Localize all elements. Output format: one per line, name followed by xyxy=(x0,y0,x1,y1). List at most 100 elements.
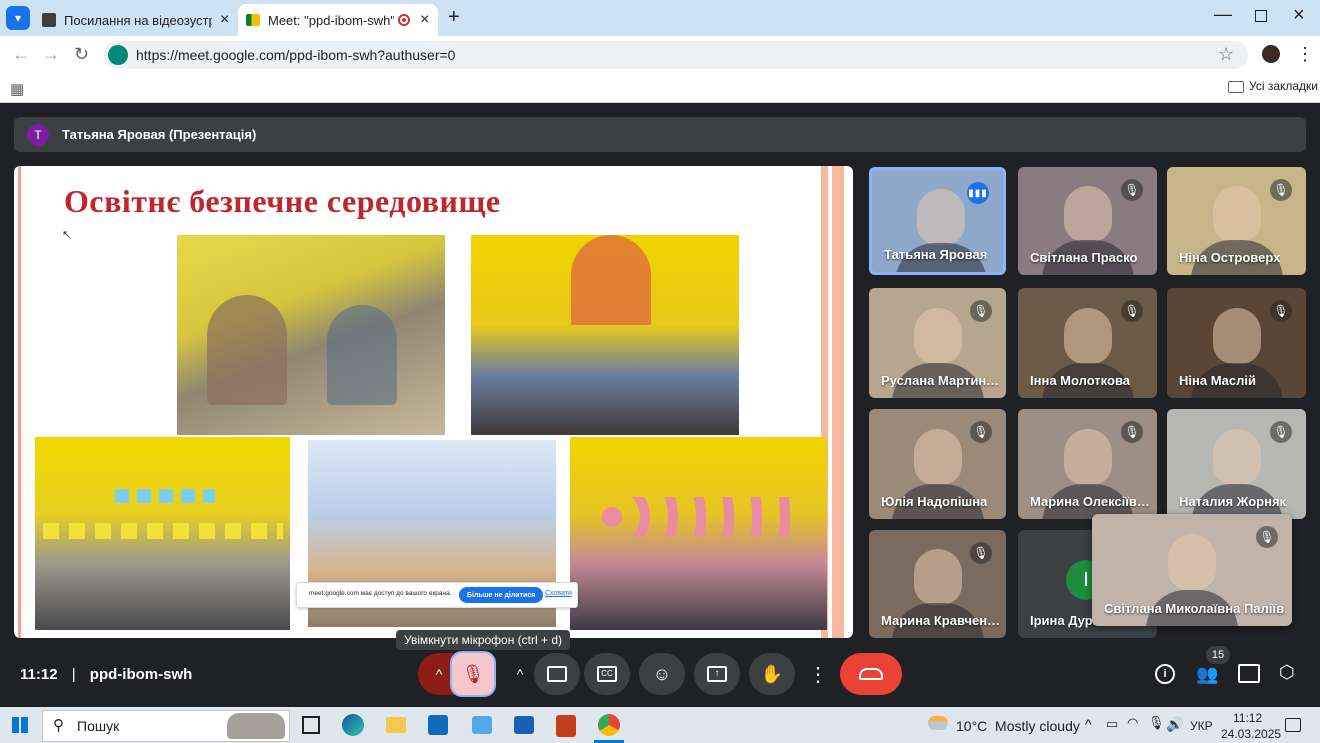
participant-tile[interactable]: 🎙 Світлана Миколаївна Паліїв… xyxy=(1092,514,1292,626)
mic-muted-icon: 🎙 xyxy=(1256,526,1278,548)
participant-tile[interactable]: 🎙 Юлія Надопішна xyxy=(869,409,1006,519)
close-tab-icon[interactable]: × xyxy=(220,11,229,29)
participant-name: Марина Олексіїв… xyxy=(1030,494,1150,509)
taskbar-clock-time[interactable]: 11:12 xyxy=(1233,711,1262,725)
participant-name: Ніна Островерх xyxy=(1179,250,1281,265)
reload-icon[interactable]: ↻ xyxy=(74,44,89,65)
tab-title: Meet: "ppd-ibom-swh" xyxy=(268,12,394,28)
participant-tile[interactable]: 🎙 Марина Олексіїв… xyxy=(1018,409,1157,519)
store-icon[interactable] xyxy=(514,716,534,734)
participant-video-silhouette xyxy=(916,189,965,246)
participant-name: Юлія Надопішна xyxy=(881,494,988,509)
close-window-icon[interactable]: × xyxy=(1293,4,1305,27)
meeting-clock: 11:12 | ppd-ibom-swh xyxy=(20,666,192,683)
hidden-icons-chevron-icon[interactable]: ^ xyxy=(1085,716,1092,732)
wifi-icon[interactable]: ◠ xyxy=(1127,715,1138,731)
captions-button[interactable]: CC xyxy=(584,653,630,695)
windows-start-icon[interactable] xyxy=(12,717,28,733)
meeting-info-icon[interactable]: i xyxy=(1155,664,1175,684)
bookmark-star-icon[interactable]: ☆ xyxy=(1218,44,1234,65)
task-view-icon[interactable] xyxy=(302,716,320,734)
emoji-icon: ☺ xyxy=(652,663,672,684)
camera-icon xyxy=(547,666,567,682)
mic-muted-icon: 🎙 xyxy=(1121,179,1143,201)
close-tab-icon[interactable]: × xyxy=(420,11,429,29)
participant-name: Татьяна Яровая xyxy=(884,247,988,262)
url-text[interactable]: https://meet.google.com/ppd-ibom-swh?aut… xyxy=(136,47,455,63)
participant-video-silhouette xyxy=(1063,307,1112,364)
participant-tile[interactable]: 🎙 Марина Кравчен… xyxy=(869,530,1006,638)
reactions-button[interactable]: ☺ xyxy=(639,653,685,695)
participant-tile[interactable]: 🎙 Ніна Островерх xyxy=(1167,167,1306,275)
taskbar-clock-date[interactable]: 24.03.2025 xyxy=(1221,727,1281,741)
outlook-icon[interactable] xyxy=(428,715,448,735)
volume-icon[interactable]: 🔊 xyxy=(1166,716,1183,733)
activities-icon[interactable]: ⬡ xyxy=(1279,662,1295,683)
folder-icon xyxy=(1228,81,1244,93)
participant-tile[interactable]: ▮▮▮ Татьяна Яровая xyxy=(869,167,1006,275)
tab-list-button[interactable]: ▾ xyxy=(6,6,30,30)
tab-meet-link[interactable]: Посилання на відеозустріч Go × xyxy=(34,4,234,36)
edge-icon[interactable] xyxy=(342,714,364,736)
participant-video-silhouette xyxy=(913,307,962,364)
microphone-tray-icon[interactable]: 🎙 xyxy=(1148,715,1165,731)
participant-video-silhouette xyxy=(1063,186,1112,243)
profile-avatar[interactable] xyxy=(1262,45,1280,63)
notifications-icon[interactable] xyxy=(1285,718,1301,732)
chrome-icon[interactable] xyxy=(598,714,620,736)
browser-menu-icon[interactable]: ⋮ xyxy=(1296,44,1314,65)
mic-toggle-button[interactable]: 🎙 xyxy=(450,651,496,697)
hide-share-notice-link[interactable]: Сховати xyxy=(545,590,572,597)
minimize-window-icon[interactable]: — xyxy=(1214,4,1232,25)
bookmarks-bar xyxy=(0,74,1320,103)
separator: | xyxy=(71,666,76,683)
search-icon: ⚲ xyxy=(53,717,64,734)
participant-video-silhouette xyxy=(1212,307,1261,364)
mic-muted-icon: 🎙 xyxy=(970,542,992,564)
leave-call-button[interactable] xyxy=(840,653,902,695)
camera-button[interactable] xyxy=(534,653,580,695)
stop-sharing-button[interactable]: Більше не ділитися xyxy=(459,587,544,603)
participant-video-silhouette xyxy=(1212,428,1261,485)
input-language[interactable]: УКР xyxy=(1190,719,1213,733)
file-explorer-icon[interactable] xyxy=(386,717,406,733)
video-options-button[interactable]: ^ xyxy=(506,653,534,695)
powerpoint-icon[interactable] xyxy=(556,715,576,737)
participant-tile[interactable]: 🎙 Ніна Маслій xyxy=(1167,288,1306,398)
recording-icon xyxy=(398,14,410,26)
raise-hand-button[interactable]: ✋ xyxy=(749,653,795,695)
present-button[interactable]: ↑ xyxy=(694,653,740,695)
tab-meet-active[interactable]: Meet: "ppd-ibom-swh" × xyxy=(238,4,438,36)
chat-icon[interactable] xyxy=(1238,664,1260,683)
restore-window-icon[interactable] xyxy=(1255,10,1267,22)
taskbar-search-box[interactable]: ⚲ Пошук xyxy=(42,710,290,742)
participant-name: Марина Кравчен… xyxy=(881,613,1000,628)
all-bookmarks-label[interactable]: Усі закладки xyxy=(1249,79,1318,93)
slide-photo-hearts xyxy=(570,437,827,630)
participant-tile[interactable]: 🎙 Руслана Мартин… xyxy=(869,288,1006,398)
photos-app-icon[interactable] xyxy=(472,716,492,734)
new-tab-button[interactable]: + xyxy=(448,6,460,29)
present-screen-icon: ↑ xyxy=(707,666,727,682)
taskbar-search-label: Пошук xyxy=(77,718,120,734)
participant-tile[interactable]: 🎙 Інна Молоткова xyxy=(1018,288,1157,398)
meet-tab-favicon-icon xyxy=(42,13,56,27)
mic-muted-icon: 🎙 xyxy=(1121,300,1143,322)
presenter-avatar: T xyxy=(27,124,49,146)
participant-tile[interactable]: 🎙 Наталия Жорняк xyxy=(1167,409,1306,519)
more-options-button[interactable]: ⋮ xyxy=(806,653,830,695)
apps-grid-icon[interactable]: ▦ xyxy=(10,80,24,98)
mic-muted-icon: 🎙 xyxy=(1270,179,1292,201)
site-info-icon[interactable] xyxy=(108,45,128,65)
participant-video-silhouette xyxy=(1168,534,1216,591)
participant-tile[interactable]: 🎙 Світлана Праско xyxy=(1018,167,1157,275)
people-icon[interactable]: 👥 xyxy=(1196,664,1218,685)
mic-muted-icon: 🎙 xyxy=(970,300,992,322)
captions-icon: CC xyxy=(597,666,617,682)
tab-title: Посилання на відеозустріч Go xyxy=(64,12,212,28)
weather-text[interactable]: 10°C Mostly cloudy xyxy=(956,718,1080,734)
back-arrow-icon[interactable]: ← xyxy=(12,44,30,65)
forward-arrow-icon[interactable]: → xyxy=(42,44,60,65)
network-icon[interactable]: ▭ xyxy=(1106,716,1118,732)
participant-name: Ніна Маслій xyxy=(1179,373,1257,388)
